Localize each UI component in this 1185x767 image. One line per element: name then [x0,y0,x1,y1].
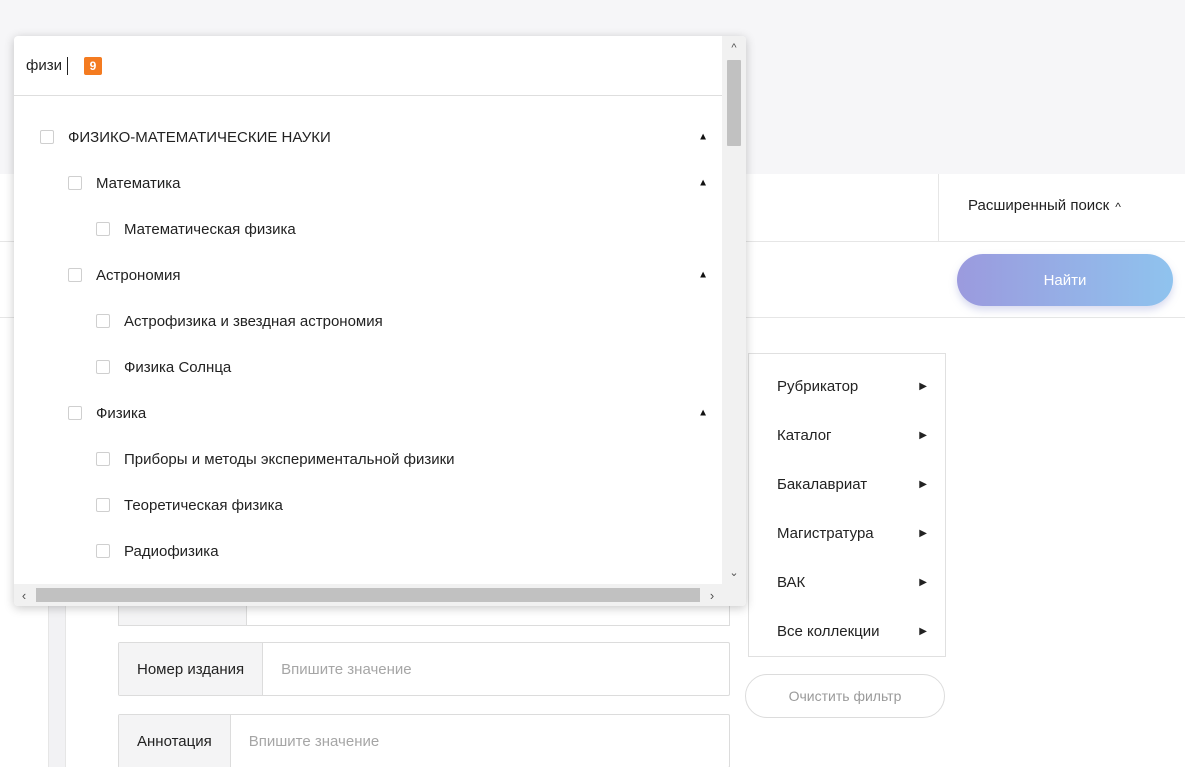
tree-checkbox[interactable] [68,268,82,282]
tree-checkbox[interactable] [40,130,54,144]
tree-node-label: Радиофизика [124,542,219,560]
menu-item-all-collections[interactable]: Все коллекции ▶ [749,607,945,656]
menu-item-label: Все коллекции [777,623,880,640]
tree-node-label: Астрофизика и звездная астрономия [124,312,383,330]
vertical-scrollbar[interactable]: ^ ⌄ [722,36,746,584]
caret-right-icon: ▶ [919,528,927,539]
tree-node[interactable]: Астрономия ▲ [14,252,722,298]
find-button[interactable]: Найти [957,254,1173,306]
advanced-search-toggle[interactable]: Расширенный поиск ^ [968,194,1121,218]
annotation-field: Аннотация [118,714,730,767]
caret-right-icon: ▶ [919,430,927,441]
caret-right-icon: ▶ [919,479,927,490]
tree-checkbox[interactable] [68,406,82,420]
scroll-left-icon[interactable]: ‹ [14,584,34,606]
tree-checkbox[interactable] [68,176,82,190]
tree-node[interactable]: Математика ▲ [14,160,722,206]
caret-right-icon: ▶ [919,381,927,392]
page: Расширенный поиск ^ Найти Номер издания … [0,0,1185,767]
dropdown-search-row: физи 9 [14,36,722,96]
tree-node-label: Физика [96,404,147,422]
tree-checkbox[interactable] [96,452,110,466]
menu-item-master[interactable]: Магистратура ▶ [749,509,945,558]
tree-node[interactable]: Радиофизика [14,528,722,574]
menu-item-label: Каталог [777,427,832,444]
dropdown-search-input[interactable]: физи [26,57,66,74]
tree-node[interactable]: Физика ▲ [14,390,722,436]
menu-item-vak[interactable]: ВАК ▶ [749,558,945,607]
tree-node-label: Теоретическая физика [124,496,283,514]
tree-node[interactable]: Теоретическая физика [14,482,722,528]
scroll-right-icon[interactable]: › [702,584,722,606]
triangle-up-icon[interactable]: ▲ [698,408,708,419]
header-divider [938,174,939,242]
tree-node-label: Математическая физика [124,220,296,238]
advanced-search-label: Расширенный поиск [968,197,1110,214]
rubric-search-dropdown: физи 9 ФИЗИКО-МАТЕМАТИЧЕСКИЕ НАУКИ ▲ Мат… [14,36,746,606]
scrollbar-thumb[interactable] [36,588,700,602]
result-count-badge: 9 [84,56,102,75]
tree-checkbox[interactable] [96,544,110,558]
tree-node-label: Приборы и методы экспериментальной физик… [124,450,455,468]
triangle-up-icon[interactable]: ▲ [698,178,708,189]
menu-item-label: Магистратура [777,525,874,542]
menu-item-label: ВАК [777,574,806,591]
scroll-down-icon[interactable]: ⌄ [722,562,746,582]
triangle-up-icon[interactable]: ▲ [698,132,708,143]
tree-node-label: Физика Солнца [124,358,232,376]
tree-node[interactable]: Астрофизика и звездная астрономия [14,298,722,344]
triangle-up-icon[interactable]: ▲ [698,270,708,281]
tree-node-label: ФИЗИКО-МАТЕМАТИЧЕСКИЕ НАУКИ [68,128,331,146]
scroll-up-icon[interactable]: ^ [722,38,746,58]
tree-node[interactable]: Математическая физика [14,206,722,252]
tree-checkbox[interactable] [96,498,110,512]
edition-number-input[interactable] [263,643,729,695]
tree-checkbox[interactable] [96,360,110,374]
annotation-input[interactable] [230,715,729,767]
caret-right-icon: ▶ [919,626,927,637]
chevron-up-icon: ^ [1115,200,1121,214]
menu-item-label: Бакалавриат [777,476,868,493]
tree-node[interactable]: ФИЗИКО-МАТЕМАТИЧЕСКИЕ НАУКИ ▲ [14,114,722,160]
tree-checkbox[interactable] [96,222,110,236]
text-cursor [67,56,68,75]
tree-node-label: Математика [96,174,181,192]
menu-item-label: Рубрикатор [777,378,859,395]
annotation-label: Аннотация [119,715,231,767]
tree-node[interactable]: Физика Солнца [14,344,722,390]
menu-item-catalog[interactable]: Каталог ▶ [749,411,945,460]
edition-number-field: Номер издания [118,642,730,696]
catalog-side-menu: Рубрикатор ▶ Каталог ▶ Бакалавриат ▶ Маг… [748,353,946,657]
tree-checkbox[interactable] [96,314,110,328]
rubric-tree: ФИЗИКО-МАТЕМАТИЧЕСКИЕ НАУКИ ▲ Математика… [14,114,722,574]
caret-right-icon: ▶ [919,577,927,588]
menu-item-bachelor[interactable]: Бакалавриат ▶ [749,460,945,509]
edition-number-label: Номер издания [119,643,264,695]
menu-item-rubricator[interactable]: Рубрикатор ▶ [749,362,945,411]
horizontal-scrollbar[interactable]: ‹ › [14,584,722,606]
scrollbar-corner [722,584,746,606]
tree-node-label: Астрономия [96,266,181,284]
clear-filter-button[interactable]: Очистить фильтр [745,674,945,718]
scrollbar-thumb[interactable] [727,60,741,146]
tree-node[interactable]: Приборы и методы экспериментальной физик… [14,436,722,482]
